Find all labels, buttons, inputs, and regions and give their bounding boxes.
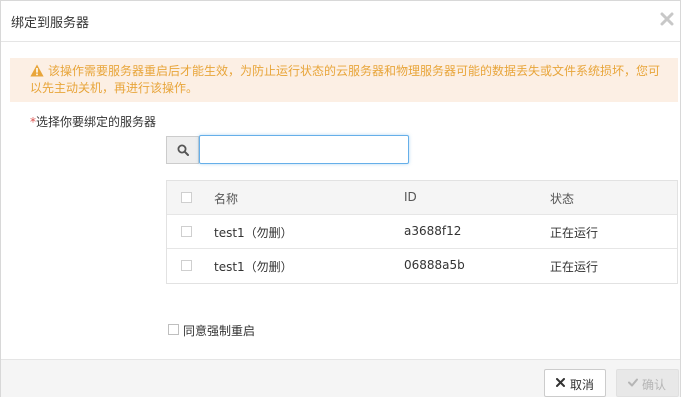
search-button[interactable] [166,136,199,164]
warning-alert: 该操作需要服务器重启后才能生效，为防止运行状态的云服务器和物理服务器可能的数据丢… [10,58,678,102]
force-restart-label[interactable]: 同意强制重启 [183,322,255,339]
dialog-footer: 取消 确认 [1,359,680,397]
server-id: a3688f12 [404,224,462,238]
check-icon [628,378,638,387]
confirm-button[interactable]: 确认 [616,369,679,397]
column-header-id: ID [404,190,417,204]
row-checkbox[interactable] [181,226,192,237]
row-checkbox[interactable] [181,260,192,271]
select-all-checkbox[interactable] [181,192,192,203]
search-icon [177,144,189,156]
table-row[interactable]: test1（勿删） a3688f12 正在运行 [167,215,677,249]
warning-icon [30,64,44,77]
dialog-title: 绑定到服务器 [11,16,90,31]
server-name: test1（勿删） [214,226,293,240]
cancel-button-label: 取消 [570,378,595,392]
column-header-name: 名称 [214,192,239,206]
column-header-status: 状态 [550,192,575,206]
bind-server-dialog: 绑定到服务器 该操作需要服务器重启后才能生效，为防止运行状态的云服务器和物理服务… [0,0,681,397]
table-header-row: 名称 ID 状态 [167,181,677,215]
x-icon [556,378,565,387]
server-table: 名称 ID 状态 test1（勿删） a3688f12 正在运行 test1（勿… [166,180,678,284]
search-input[interactable] [199,135,409,164]
warning-text: 该操作需要服务器重启后才能生效，为防止运行状态的云服务器和物理服务器可能的数据丢… [30,64,661,95]
select-server-label-text: 选择你要绑定的服务器 [36,115,157,129]
dialog-header: 绑定到服务器 [1,1,680,42]
table-row[interactable]: test1（勿删） 06888a5b 正在运行 [167,249,677,283]
cancel-button[interactable]: 取消 [544,369,606,397]
server-status: 正在运行 [550,260,599,274]
close-icon[interactable] [660,12,674,26]
server-id: 06888a5b [404,258,465,272]
select-server-label: *选择你要绑定的服务器 [30,113,156,130]
confirm-button-label: 确认 [642,378,667,392]
force-restart-checkbox[interactable] [168,324,179,335]
server-name: test1（勿删） [214,260,293,274]
server-status: 正在运行 [550,226,599,240]
